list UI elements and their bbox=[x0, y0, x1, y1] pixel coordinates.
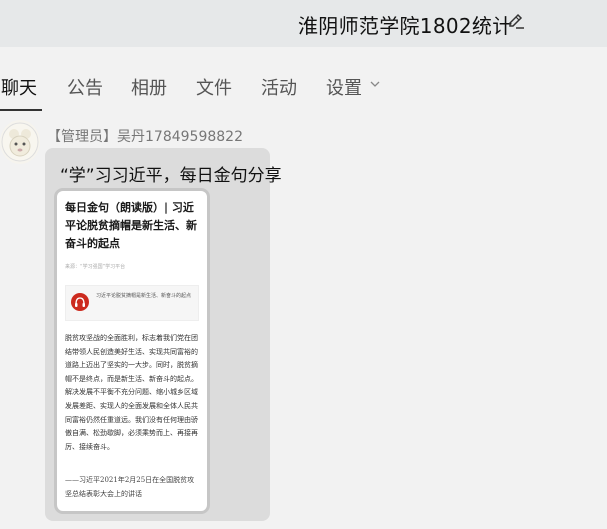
article-body: 脱贫攻坚战的全面胜利，标志着我们党在团结带领人民创造美好生活、实现共同富裕的道路… bbox=[65, 334, 198, 451]
audio-caption: 习近平论脱贫摘帽是新生活、新奋斗的起点 bbox=[96, 293, 192, 299]
tab-bar: 聊天 公告 相册 文件 活动 设置 bbox=[0, 47, 607, 114]
article-quote-attribution: ——习近平2021年2月25日在全国脱贫攻坚总结表彰大会上的讲话 bbox=[65, 476, 195, 498]
active-tab-indicator bbox=[0, 109, 42, 111]
message-text: “学”习习近平，每日金句分享 bbox=[60, 166, 282, 186]
group-title: 淮阴师范学院1802统计 bbox=[298, 14, 513, 38]
audio-player[interactable]: 习近平论脱贫摘帽是新生活、新奋斗的起点 bbox=[65, 285, 199, 321]
tab-files[interactable]: 文件 bbox=[196, 74, 232, 100]
chat-header: 淮阴师范学院1802统计 bbox=[0, 0, 607, 47]
headphones-icon[interactable] bbox=[71, 293, 89, 311]
tab-chat[interactable]: 聊天 bbox=[1, 74, 37, 100]
chevron-down-icon[interactable] bbox=[369, 79, 381, 89]
article-title: 每日金句（朗读版）| 习近平论脱贫摘帽是新生活、新奋斗的起点 bbox=[65, 201, 197, 250]
avatar[interactable] bbox=[0, 120, 40, 164]
tab-album[interactable]: 相册 bbox=[131, 74, 167, 100]
pencil-icon[interactable] bbox=[507, 12, 525, 30]
tab-activities[interactable]: 活动 bbox=[261, 74, 297, 100]
tab-settings[interactable]: 设置 bbox=[326, 74, 362, 100]
article-card[interactable]: 每日金句（朗读版）| 习近平论脱贫摘帽是新生活、新奋斗的起点 来源：“学习强国”… bbox=[54, 188, 210, 514]
article-source: 来源：“学习强国”学习平台 bbox=[65, 264, 126, 270]
tab-announcements[interactable]: 公告 bbox=[67, 74, 103, 100]
sender-name[interactable]: 【管理员】吴丹17849598822 bbox=[47, 126, 243, 146]
